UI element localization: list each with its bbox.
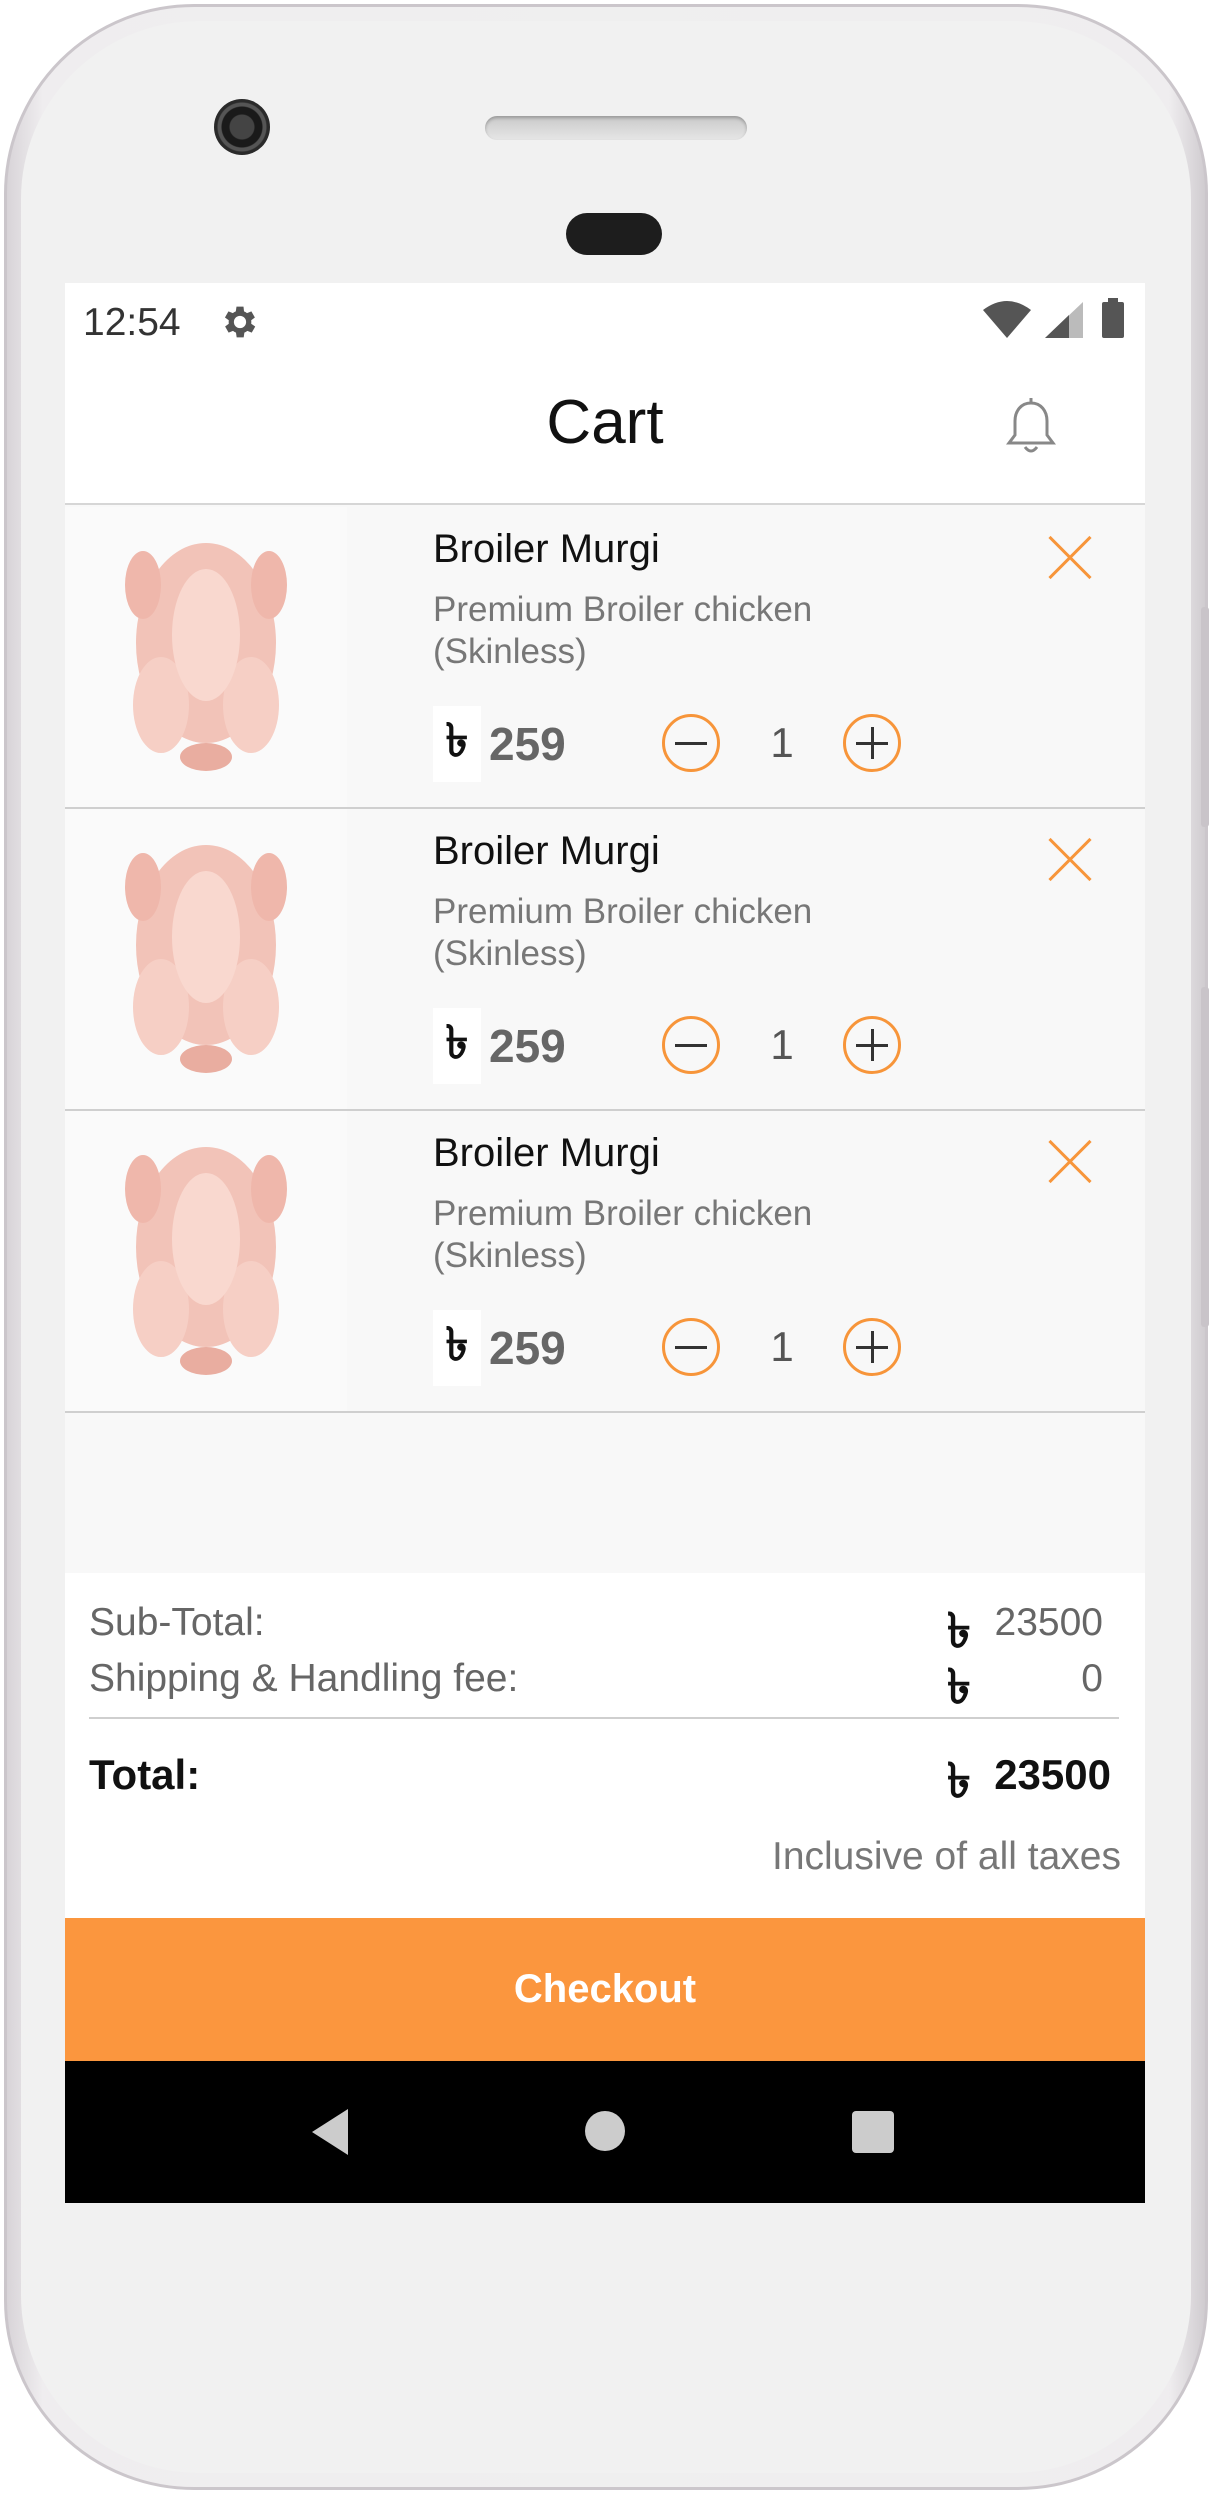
settings-gear-icon — [224, 306, 256, 338]
shipping-row: Shipping & Handling fee: ৳ 0 — [89, 1649, 1119, 1715]
decrease-quantity-button[interactable] — [662, 1318, 720, 1376]
quantity-value: 1 — [770, 1021, 794, 1068]
taka-currency-icon: ৳ — [433, 1310, 481, 1386]
battery-icon — [1102, 298, 1124, 338]
cart-item: Broiler Murgi Premium Broiler chicken (S… — [65, 809, 1145, 1111]
cart-item: Broiler Murgi Premium Broiler chicken (S… — [65, 1111, 1145, 1413]
shipping-label: Shipping & Handling fee: — [89, 1657, 519, 1700]
product-image — [65, 1111, 347, 1411]
product-image — [65, 809, 347, 1109]
price-value: 259 — [489, 718, 566, 770]
price-value: 259 — [489, 1322, 566, 1374]
increase-quantity-button[interactable] — [843, 714, 901, 772]
shipping-value: 0 — [1081, 1657, 1103, 1700]
quantity-value: 1 — [770, 719, 794, 766]
subtotal-label: Sub-Total: — [89, 1601, 265, 1644]
total-row: Total: ৳ 23500 — [89, 1743, 1119, 1809]
remove-item-close-icon[interactable] — [1047, 1139, 1093, 1185]
remove-item-close-icon[interactable] — [1047, 535, 1093, 581]
system-nav-bar — [65, 2061, 1145, 2203]
price-value: 259 — [489, 1020, 566, 1072]
power-button — [1201, 987, 1209, 1327]
product-price: ৳ 259 — [433, 1008, 566, 1084]
wifi-icon — [983, 301, 1031, 338]
product-price: ৳ 259 — [433, 1310, 566, 1386]
increase-quantity-button[interactable] — [843, 1016, 901, 1074]
product-image — [65, 507, 347, 807]
app-bar: Cart — [65, 357, 1145, 505]
quantity-value: 1 — [770, 1323, 794, 1370]
product-description: Premium Broiler chicken (Skinless) — [433, 590, 813, 671]
product-price: ৳ 259 — [433, 706, 566, 782]
remove-item-close-icon[interactable] — [1047, 837, 1093, 883]
volume-button — [1201, 607, 1209, 827]
order-summary: Sub-Total: ৳ 23500 Shipping & Handling f… — [65, 1573, 1145, 1918]
tax-note: Inclusive of all taxes — [771, 1835, 1121, 1878]
summary-divider — [89, 1717, 1119, 1719]
page-title: Cart — [546, 388, 664, 457]
back-nav-icon[interactable] — [308, 2107, 352, 2157]
cell-signal-icon — [1045, 302, 1083, 338]
app-screen: 12:54 Cart Broiler Murgi Premium Broiler… — [65, 283, 1145, 2203]
proximity-sensor — [566, 213, 662, 255]
cart-item: Broiler Murgi Premium Broiler chicken (S… — [65, 507, 1145, 809]
product-description: Premium Broiler chicken (Skinless) — [433, 1194, 813, 1275]
home-nav-icon[interactable] — [585, 2111, 625, 2151]
front-camera — [214, 99, 270, 155]
subtotal-row: Sub-Total: ৳ 23500 — [89, 1593, 1119, 1659]
recents-nav-icon[interactable] — [852, 2111, 894, 2153]
product-name: Broiler Murgi — [433, 527, 660, 571]
notification-bell-icon[interactable] — [1003, 397, 1059, 457]
decrease-quantity-button[interactable] — [662, 714, 720, 772]
total-label: Total: — [89, 1751, 201, 1798]
increase-quantity-button[interactable] — [843, 1318, 901, 1376]
product-name: Broiler Murgi — [433, 1131, 660, 1175]
status-time: 12:54 — [83, 301, 181, 344]
decrease-quantity-button[interactable] — [662, 1016, 720, 1074]
earpiece-speaker — [485, 116, 747, 140]
taka-currency-icon: ৳ — [947, 1753, 971, 1809]
taka-currency-icon: ৳ — [433, 1008, 481, 1084]
subtotal-value: 23500 — [994, 1601, 1103, 1644]
status-bar: 12:54 — [65, 283, 1145, 357]
product-name: Broiler Murgi — [433, 829, 660, 873]
checkout-button[interactable]: Checkout — [65, 1918, 1145, 2061]
product-description: Premium Broiler chicken (Skinless) — [433, 892, 813, 973]
total-value: 23500 — [994, 1751, 1111, 1798]
taka-currency-icon: ৳ — [433, 706, 481, 782]
cart-list: Broiler Murgi Premium Broiler chicken (S… — [65, 507, 1145, 1413]
